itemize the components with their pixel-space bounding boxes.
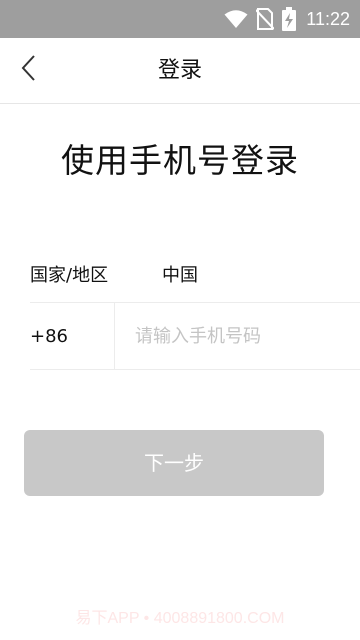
status-bar: 11:22 [0,0,360,38]
wifi-icon [224,9,248,29]
page-title: 登录 [157,58,202,83]
chevron-left-icon [20,54,36,86]
no-sim-icon [256,8,275,30]
phone-row: +86 [30,302,360,370]
phone-input[interactable] [115,302,360,370]
watermark: 易下APP • 4008891800.COM [75,610,285,627]
login-heading: 使用手机号登录 [61,141,299,180]
status-icons: 11:22 [224,0,350,38]
app-bar: 登录 [0,38,360,104]
battery-charging-icon [282,7,297,31]
status-time: 11:22 [306,8,350,29]
country-selector[interactable]: 国家/地区 中国 [30,245,360,303]
next-step-button[interactable]: 下一步 [24,430,324,496]
back-button[interactable] [12,54,44,86]
country-value: 中国 [162,264,198,286]
country-code[interactable]: +86 [30,302,115,370]
country-label: 国家/地区 [30,264,109,286]
